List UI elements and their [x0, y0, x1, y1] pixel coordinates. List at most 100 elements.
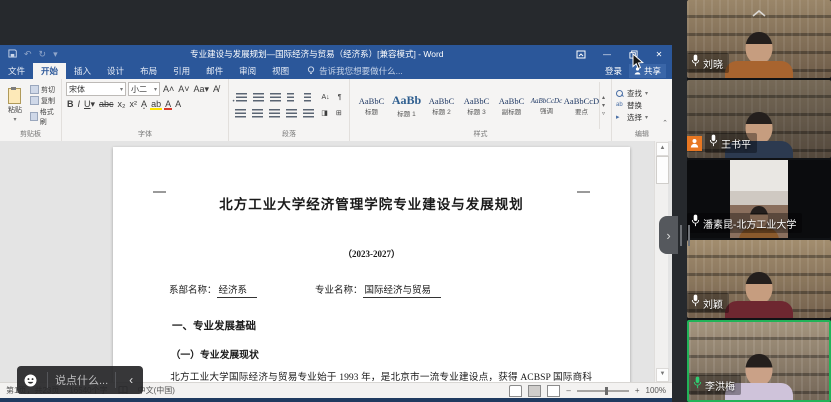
quick-access-toolbar: ↶ ↻ ▾	[0, 49, 66, 60]
panel-resize-grip[interactable]	[680, 225, 690, 246]
grow-font-icon[interactable]: A˄	[162, 83, 175, 95]
sort-icon[interactable]: A↓	[321, 92, 331, 104]
subscript-icon[interactable]: x₂	[117, 98, 127, 110]
redo-icon[interactable]: ↻	[39, 49, 47, 60]
participant-tile[interactable]: 刘晓	[687, 0, 831, 78]
superscript-icon[interactable]: x²	[129, 98, 139, 110]
window-bottom-edge	[0, 398, 672, 402]
scroll-up-icon[interactable]: ▲	[656, 142, 669, 156]
read-mode-icon[interactable]	[509, 385, 522, 397]
style-item[interactable]: AaBbCcDc 强调	[529, 82, 564, 129]
divider	[47, 372, 48, 388]
zoom-slider-thumb[interactable]	[605, 387, 608, 395]
justify-icon[interactable]	[286, 109, 297, 118]
tab-8[interactable]: 视图	[264, 63, 297, 79]
collapse-ribbon-icon[interactable]: ⌃	[662, 119, 668, 127]
print-layout-icon[interactable]	[528, 385, 541, 397]
mouse-cursor	[632, 53, 644, 75]
vertical-scrollbar[interactable]: ▲ ▼	[654, 141, 668, 383]
decrease-indent-icon[interactable]	[287, 93, 298, 102]
participant-tile[interactable]: 王书平	[687, 80, 831, 158]
underline-icon[interactable]: U▾	[83, 98, 96, 110]
tell-me-label: 告诉我您想要做什么...	[319, 65, 403, 77]
tab-6[interactable]: 邮件	[198, 63, 231, 79]
editing-item[interactable]: 查找 ▾	[616, 88, 668, 99]
borders-icon[interactable]: ⊞	[335, 108, 343, 120]
tab-1[interactable]: 开始	[33, 63, 66, 79]
multilevel-list-icon[interactable]	[270, 93, 281, 102]
format-painter-button[interactable]: 格式刷	[30, 107, 57, 127]
character-shading-icon[interactable]: A	[174, 98, 182, 110]
align-right-icon[interactable]	[269, 109, 280, 118]
copy-button[interactable]: 复制	[30, 96, 57, 106]
sign-in-button[interactable]: 登录	[605, 65, 622, 77]
zoom-level[interactable]: 100%	[646, 386, 666, 395]
font-name-select[interactable]: 宋体▾	[66, 82, 126, 96]
scroll-down-icon[interactable]: ▼	[656, 368, 669, 382]
zoom-out-icon[interactable]: –	[566, 386, 570, 395]
editing-item[interactable]: 选择 ▾	[616, 112, 668, 123]
tell-me-box[interactable]: 告诉我您想要做什么...	[307, 63, 403, 79]
style-item[interactable]: AaBbC 标题 2	[424, 82, 459, 129]
undo-icon[interactable]: ↶	[24, 49, 32, 60]
customize-qat-icon[interactable]: ▾	[53, 49, 58, 60]
chat-input[interactable]: 说点什么...	[55, 372, 108, 388]
styles-more-icon[interactable]: ▿	[602, 110, 605, 117]
show-marks-icon[interactable]: ¶	[337, 92, 343, 104]
font-color-icon[interactable]: A	[164, 98, 172, 110]
paste-button[interactable]: 粘贴 ▾	[4, 82, 26, 129]
divider	[115, 372, 116, 388]
web-layout-icon[interactable]	[547, 385, 560, 397]
style-item[interactable]: AaBbCcD 要点	[564, 82, 599, 129]
language-indicator[interactable]: 中文(中国)	[138, 385, 175, 396]
emoji-icon[interactable]	[21, 373, 40, 388]
shrink-font-icon[interactable]: A˅	[177, 83, 190, 95]
editing-item[interactable]: 替换	[616, 100, 668, 111]
ribbon-display-options-icon[interactable]	[568, 45, 594, 63]
minimize-button[interactable]: —	[594, 45, 620, 63]
chat-collapse-button[interactable]: ‹	[123, 373, 139, 387]
style-item[interactable]: AaBbC 标题	[354, 82, 389, 129]
save-icon[interactable]	[8, 49, 17, 60]
participant-tile[interactable]: 潘素昆-北方工业大学	[687, 160, 831, 238]
participant-tile[interactable]: 刘颖	[687, 240, 831, 318]
close-button[interactable]: ✕	[646, 45, 672, 63]
scrollbar-thumb[interactable]	[656, 156, 669, 184]
italic-icon[interactable]: I	[76, 98, 81, 110]
text-effects-icon[interactable]: A̟	[140, 98, 148, 110]
bold-icon[interactable]: B	[66, 98, 75, 110]
participant-tile[interactable]: 李洪梅	[687, 320, 831, 402]
tab-7[interactable]: 审阅	[231, 63, 264, 79]
style-item[interactable]: AaBb 标题 1	[389, 82, 424, 129]
style-item[interactable]: AaBbC 副标题	[494, 82, 529, 129]
styles-scroll-up-icon[interactable]: ▴	[602, 94, 605, 101]
zoom-in-icon[interactable]: +	[635, 386, 640, 395]
line-spacing-icon[interactable]	[303, 109, 314, 118]
strikethrough-icon[interactable]: abc	[98, 98, 115, 110]
clear-formatting-icon[interactable]: A̸	[212, 83, 220, 95]
styles-scroll-down-icon[interactable]: ▾	[602, 102, 605, 109]
bullets-icon[interactable]	[236, 93, 247, 102]
major-label: 专业名称：	[315, 286, 363, 296]
numbering-icon[interactable]	[253, 93, 264, 102]
tab-5[interactable]: 引用	[165, 63, 198, 79]
change-case-icon[interactable]: Aa▾	[193, 83, 211, 95]
cut-button[interactable]: 剪切	[30, 85, 57, 95]
font-size-select[interactable]: 小二▾	[128, 82, 160, 96]
zoom-slider[interactable]	[577, 390, 629, 392]
tab-2[interactable]: 插入	[66, 63, 99, 79]
align-left-icon[interactable]	[235, 109, 246, 118]
shading-icon[interactable]: ◨	[320, 108, 329, 120]
tab-3[interactable]: 设计	[99, 63, 132, 79]
tab-file[interactable]: 文件	[0, 63, 33, 79]
collapse-panel-handle[interactable]: ›	[659, 216, 678, 254]
highlight-color-icon[interactable]: ab	[150, 98, 162, 110]
paragraph-group-label: 段落	[233, 129, 345, 141]
chevron-up-icon[interactable]	[752, 4, 766, 22]
tab-4[interactable]: 布局	[132, 63, 165, 79]
document-page[interactable]: 北方工业大学经济管理学院专业建设与发展规划 （2023-2027） 系部名称：经…	[113, 147, 630, 383]
align-center-icon[interactable]	[252, 109, 263, 118]
increase-indent-icon[interactable]	[304, 93, 315, 102]
style-item[interactable]: AaBbC 标题 3	[459, 82, 494, 129]
editing-items: 查找 ▾ 替换 选择 ▾	[616, 82, 668, 129]
